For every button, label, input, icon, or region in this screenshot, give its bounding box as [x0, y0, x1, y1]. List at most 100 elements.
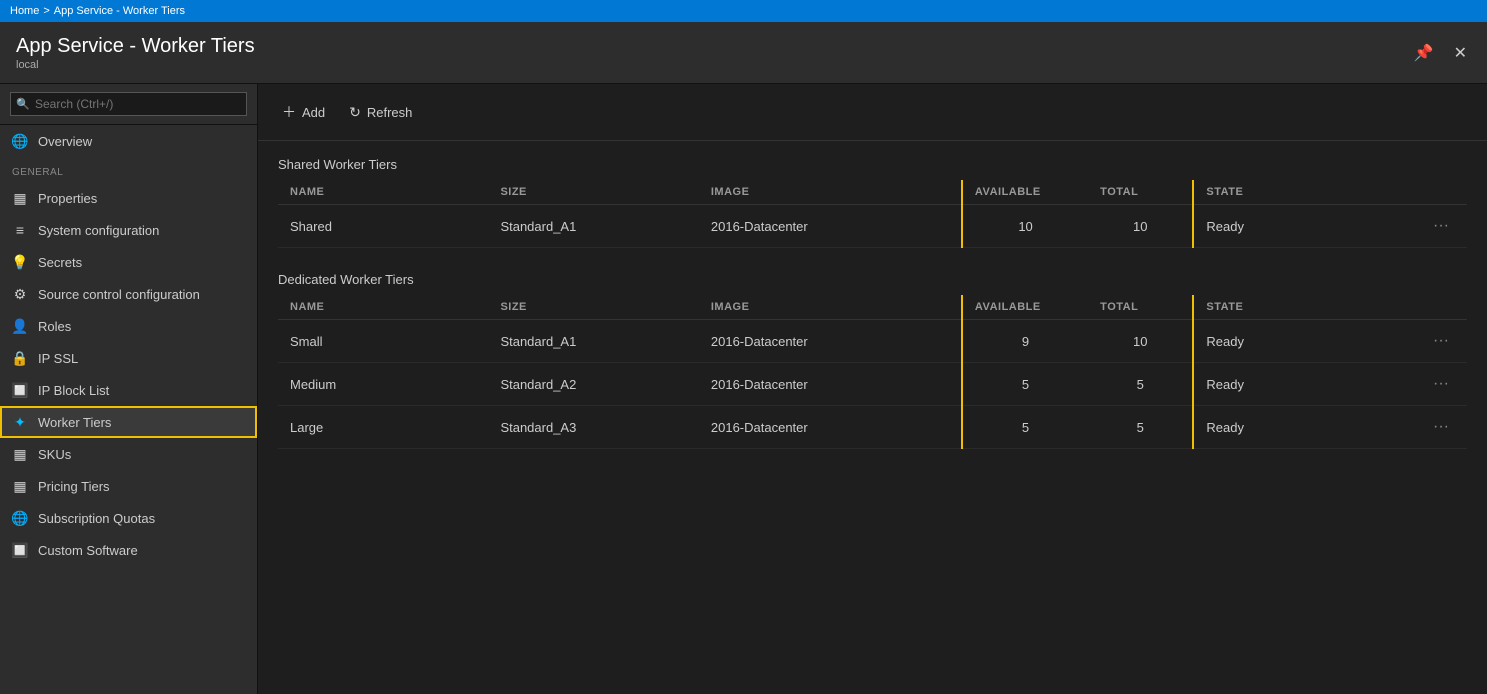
refresh-button[interactable]: ↻ Refresh [341, 100, 420, 125]
sidebar-item-skus[interactable]: ▦ SKUs [0, 438, 257, 470]
dedicated-row-1-more-button[interactable]: ··· [1427, 330, 1455, 352]
main-content: ＋ Add ↻ Refresh Shared Worker Tiers NAME… [258, 84, 1487, 694]
sidebar: 🔍 🌐 Overview GENERAL ▦ Properties ≡ Syst… [0, 84, 258, 694]
shared-col-size: SIZE [488, 180, 698, 205]
dedicated-row-2-more-button[interactable]: ··· [1427, 373, 1455, 395]
properties-icon: ▦ [12, 190, 28, 206]
sidebar-item-label: IP SSL [38, 351, 78, 366]
table-row: Medium Standard_A2 2016-Datacenter 5 5 R… [278, 363, 1467, 406]
shared-row-name: Shared [278, 205, 488, 248]
dedicated-row-actions-3: ··· [1404, 406, 1467, 449]
shared-row-more-button[interactable]: ··· [1427, 215, 1455, 237]
page-subtitle: local [16, 59, 255, 71]
dedicated-row-total: 10 [1088, 320, 1193, 363]
shared-col-actions [1404, 180, 1467, 205]
shared-row-actions: ··· [1404, 205, 1467, 248]
shared-row-total: 10 [1088, 205, 1193, 248]
breadcrumb: Home > App Service - Worker Tiers [0, 0, 1487, 22]
subscription-icon: 🌐 [12, 510, 28, 526]
dedicated-row-image-medium: 2016-Datacenter [699, 363, 962, 406]
sidebar-item-label: Roles [38, 319, 71, 334]
refresh-icon: ↻ [349, 104, 361, 121]
dedicated-col-image: IMAGE [699, 295, 962, 320]
sidebar-item-properties[interactable]: ▦ Properties [0, 182, 257, 214]
secrets-icon: 💡 [12, 254, 28, 270]
dedicated-row-3-more-button[interactable]: ··· [1427, 416, 1455, 438]
dedicated-worker-table: NAME SIZE IMAGE AVAILABLE TOTAL STATE Sm… [278, 295, 1467, 449]
dedicated-row-state: Ready [1193, 320, 1403, 363]
breadcrumb-separator: > [43, 5, 49, 17]
page-title: App Service - Worker Tiers [16, 35, 255, 57]
title-bar: App Service - Worker Tiers local 📌 ✕ [0, 22, 1487, 84]
layout: 🔍 🌐 Overview GENERAL ▦ Properties ≡ Syst… [0, 84, 1487, 694]
dedicated-row-available-medium: 5 [962, 363, 1088, 406]
add-button[interactable]: ＋ Add [274, 98, 333, 126]
shared-col-total: TOTAL [1088, 180, 1193, 205]
dedicated-col-size: SIZE [488, 295, 698, 320]
source-control-icon: ⚙ [12, 286, 28, 302]
sidebar-item-roles[interactable]: 👤 Roles [0, 310, 257, 342]
sidebar-item-label: Overview [38, 134, 92, 149]
dedicated-row-state-large: Ready [1193, 406, 1403, 449]
dedicated-col-actions [1404, 295, 1467, 320]
pricing-icon: ▦ [12, 478, 28, 494]
shared-row-available: 10 [962, 205, 1088, 248]
ip-ssl-icon: 🔒 [12, 350, 28, 366]
sidebar-item-source-control[interactable]: ⚙ Source control configuration [0, 278, 257, 310]
sidebar-item-custom-software[interactable]: 🔲 Custom Software [0, 534, 257, 566]
dedicated-row-actions-2: ··· [1404, 363, 1467, 406]
sidebar-item-subscription-quotas[interactable]: 🌐 Subscription Quotas [0, 502, 257, 534]
search-icon: 🔍 [16, 98, 30, 111]
sidebar-item-label: Source control configuration [38, 287, 200, 302]
breadcrumb-home[interactable]: Home [10, 5, 39, 17]
shared-col-available: AVAILABLE [962, 180, 1088, 205]
sidebar-item-pricing-tiers[interactable]: ▦ Pricing Tiers [0, 470, 257, 502]
toolbar: ＋ Add ↻ Refresh [258, 84, 1487, 141]
shared-col-name: NAME [278, 180, 488, 205]
refresh-label: Refresh [367, 105, 413, 120]
dedicated-row-image: 2016-Datacenter [699, 320, 962, 363]
search-box: 🔍 [0, 84, 257, 125]
add-icon: ＋ [282, 102, 296, 122]
skus-icon: ▦ [12, 446, 28, 462]
system-config-icon: ≡ [12, 222, 28, 238]
shared-worker-table: NAME SIZE IMAGE AVAILABLE TOTAL STATE Sh… [278, 180, 1467, 248]
sidebar-item-label: Properties [38, 191, 97, 206]
sidebar-item-label: Secrets [38, 255, 82, 270]
dedicated-col-state: STATE [1193, 295, 1403, 320]
dedicated-col-total: TOTAL [1088, 295, 1193, 320]
sidebar-item-worker-tiers[interactable]: ✦ Worker Tiers [0, 406, 257, 438]
ip-block-icon: 🔲 [12, 382, 28, 398]
sidebar-item-secrets[interactable]: 💡 Secrets [0, 246, 257, 278]
roles-icon: 👤 [12, 318, 28, 334]
dedicated-row-size-medium: Standard_A2 [488, 363, 698, 406]
dedicated-row-size: Standard_A1 [488, 320, 698, 363]
dedicated-col-available: AVAILABLE [962, 295, 1088, 320]
pin-button[interactable]: 📌 [1410, 39, 1438, 67]
sidebar-item-label: Worker Tiers [38, 415, 111, 430]
shared-col-image: IMAGE [699, 180, 962, 205]
shared-row-state: Ready [1193, 205, 1403, 248]
sidebar-item-system-configuration[interactable]: ≡ System configuration [0, 214, 257, 246]
dedicated-row-total-medium: 5 [1088, 363, 1193, 406]
search-input[interactable] [10, 92, 247, 116]
dedicated-row-name-medium: Medium [278, 363, 488, 406]
sidebar-item-overview[interactable]: 🌐 Overview [0, 125, 257, 157]
sidebar-item-ip-block-list[interactable]: 🔲 IP Block List [0, 374, 257, 406]
overview-icon: 🌐 [12, 133, 28, 149]
worker-tiers-icon: ✦ [12, 414, 28, 430]
sidebar-section-general: GENERAL [0, 157, 257, 182]
sidebar-item-label: Pricing Tiers [38, 479, 110, 494]
custom-software-icon: 🔲 [12, 542, 28, 558]
table-row: Shared Standard_A1 2016-Datacenter 10 10… [278, 205, 1467, 248]
dedicated-row-name-large: Large [278, 406, 488, 449]
sidebar-item-ip-ssl[interactable]: 🔒 IP SSL [0, 342, 257, 374]
sidebar-item-label: IP Block List [38, 383, 109, 398]
sidebar-item-label: System configuration [38, 223, 159, 238]
dedicated-row-name: Small [278, 320, 488, 363]
close-button[interactable]: ✕ [1450, 39, 1471, 67]
shared-section-title: Shared Worker Tiers [278, 157, 1467, 172]
dedicated-row-available: 9 [962, 320, 1088, 363]
table-row: Large Standard_A3 2016-Datacenter 5 5 Re… [278, 406, 1467, 449]
dedicated-row-available-large: 5 [962, 406, 1088, 449]
